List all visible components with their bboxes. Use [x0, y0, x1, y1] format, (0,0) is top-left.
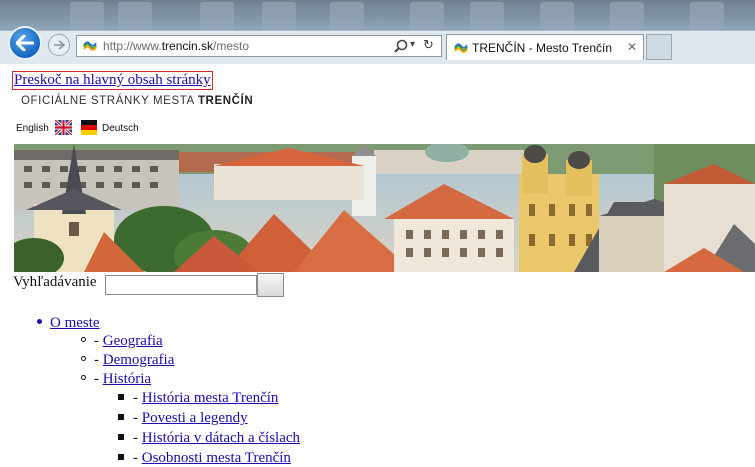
bullet-circle-icon	[81, 356, 86, 362]
tab-title: TRENČÍN - Mesto Trenčín	[472, 41, 613, 55]
bullet-square-icon	[118, 433, 124, 440]
nav-item-historia-datach: - História v dátach a číslach	[118, 430, 300, 447]
nav-link-o-meste[interactable]: O meste	[50, 315, 100, 331]
nav-prefix: -	[94, 352, 103, 368]
desktop-tile	[70, 2, 104, 32]
search-button[interactable]	[257, 273, 284, 297]
close-icon[interactable]: ✕	[627, 40, 637, 54]
site-title-city: TRENČÍN	[197, 95, 254, 107]
language-deutsch-link[interactable]: Deutsch	[102, 123, 139, 134]
back-arrow-icon	[16, 35, 34, 51]
refresh-icon[interactable]: ↻	[423, 38, 434, 53]
city-banner-image	[14, 144, 755, 272]
nav-item-o-meste: O meste	[37, 315, 100, 332]
forward-button[interactable]	[48, 34, 70, 56]
desktop-tile	[200, 2, 234, 32]
browser-tab[interactable]: TRENČÍN - Mesto Trenčín ✕	[446, 34, 644, 60]
new-tab-button[interactable]	[646, 34, 672, 60]
site-favicon-icon	[83, 41, 97, 51]
nav-prefix: -	[133, 410, 142, 426]
nav-prefix: -	[133, 390, 142, 406]
forward-arrow-icon	[54, 40, 65, 50]
desktop-tile	[470, 2, 504, 32]
nav-item-geografia: - Geografia	[81, 333, 163, 350]
bullet-square-icon	[118, 453, 124, 460]
search-input[interactable]	[105, 275, 257, 295]
bullet-disc-icon	[37, 319, 42, 325]
bullet-circle-icon	[81, 337, 86, 343]
page-content: Preskoč na hlavný obsah stránky OFICIÁLN…	[0, 64, 755, 466]
site-title: OFICIÁLNE STRÁNKY MESTA TRENČÍN	[21, 95, 253, 107]
nav-link-osobnosti[interactable]: Osobnosti mesta Trenčín	[142, 450, 291, 466]
back-button[interactable]	[8, 26, 42, 60]
bullet-square-icon	[118, 413, 124, 420]
desktop-tile	[410, 2, 444, 32]
skip-to-content-link[interactable]: Preskoč na hlavný obsah stránky	[12, 71, 213, 90]
nav-prefix: -	[133, 430, 142, 446]
nav-link-demografia[interactable]: Demografia	[103, 352, 175, 368]
nav-item-historia: - História	[81, 371, 151, 388]
url-prefix: http://www.	[103, 39, 162, 53]
url-text[interactable]: http://www.trencin.sk/mesto	[103, 39, 249, 53]
nav-item-demografia: - Demografia	[81, 352, 174, 369]
language-english-link[interactable]: English	[16, 123, 49, 134]
nav-link-historia[interactable]: História	[103, 371, 151, 387]
url-domain: trencin.sk	[161, 39, 214, 53]
nav-link-povesti[interactable]: Povesti a legendy	[142, 410, 248, 426]
desktop-tile	[330, 2, 364, 32]
search-icon[interactable]	[393, 39, 409, 55]
nav-item-historia-mesta: - História mesta Trenčín	[118, 390, 278, 407]
desktop-tile	[118, 2, 152, 32]
desktop-tile	[690, 2, 724, 32]
nav-link-historia-datach[interactable]: História v dátach a číslach	[142, 430, 300, 446]
desktop-tile	[540, 2, 574, 32]
nav-link-geografia[interactable]: Geografia	[103, 333, 163, 349]
tab-favicon-icon	[454, 43, 468, 53]
address-bar[interactable]: http://www.trencin.sk/mesto ▾ ↻	[76, 35, 442, 57]
nav-item-osobnosti: - Osobnosti mesta Trenčín	[118, 450, 291, 467]
nav-link-historia-mesta[interactable]: História mesta Trenčín	[142, 390, 279, 406]
nav-prefix: -	[133, 450, 142, 466]
nav-item-povesti: - Povesti a legendy	[118, 410, 248, 427]
nav-prefix: -	[94, 371, 103, 387]
uk-flag-icon[interactable]	[55, 120, 72, 135]
search-label: Vyhľadávanie	[13, 274, 97, 290]
bullet-circle-icon	[81, 375, 86, 381]
address-dropdown-icon[interactable]: ▾	[410, 39, 415, 50]
site-title-prefix: OFICIÁLNE STRÁNKY MESTA	[21, 95, 195, 107]
url-path: /mesto	[213, 39, 250, 53]
desktop-tile	[262, 2, 296, 32]
desktop-tile	[610, 2, 644, 32]
germany-flag-icon[interactable]	[81, 120, 97, 135]
nav-prefix: -	[94, 333, 103, 349]
bullet-square-icon	[118, 393, 124, 400]
